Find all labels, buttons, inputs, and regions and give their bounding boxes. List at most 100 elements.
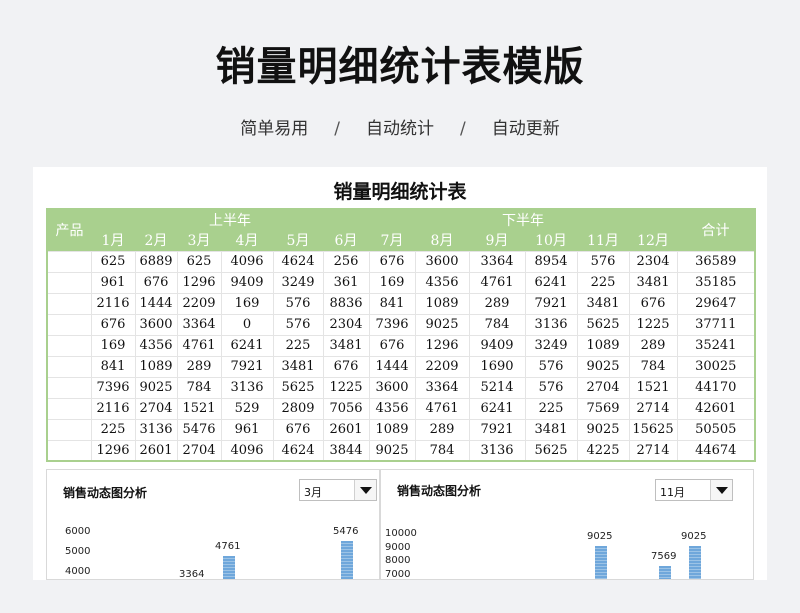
value-cell[interactable]: 841 bbox=[90, 355, 136, 378]
value-cell[interactable]: 4761 bbox=[176, 334, 222, 357]
value-cell[interactable]: 225 bbox=[576, 271, 630, 294]
total-cell[interactable]: 35241 bbox=[676, 334, 756, 357]
value-cell[interactable]: 8836 bbox=[322, 292, 370, 315]
value-cell[interactable]: 3364 bbox=[176, 313, 222, 336]
value-cell[interactable]: 3249 bbox=[272, 271, 324, 294]
value-cell[interactable]: 2704 bbox=[176, 439, 222, 462]
value-cell[interactable]: 3481 bbox=[272, 355, 324, 378]
product-cell[interactable] bbox=[46, 292, 92, 315]
value-cell[interactable]: 676 bbox=[272, 418, 324, 441]
value-cell[interactable]: 2116 bbox=[90, 397, 136, 420]
value-cell[interactable]: 6241 bbox=[220, 334, 274, 357]
chevron-down-icon[interactable] bbox=[710, 480, 732, 500]
value-cell[interactable]: 256 bbox=[322, 250, 370, 273]
value-cell[interactable]: 1444 bbox=[368, 355, 416, 378]
value-cell[interactable]: 3136 bbox=[220, 376, 274, 399]
value-cell[interactable]: 1225 bbox=[628, 313, 678, 336]
value-cell[interactable]: 4356 bbox=[414, 271, 470, 294]
value-cell[interactable]: 9025 bbox=[576, 418, 630, 441]
value-cell[interactable]: 15625 bbox=[628, 418, 678, 441]
value-cell[interactable]: 1296 bbox=[176, 271, 222, 294]
value-cell[interactable]: 1521 bbox=[628, 376, 678, 399]
value-cell[interactable]: 2601 bbox=[134, 439, 178, 462]
value-cell[interactable]: 1089 bbox=[414, 292, 470, 315]
value-cell[interactable]: 7921 bbox=[220, 355, 274, 378]
value-cell[interactable]: 1089 bbox=[576, 334, 630, 357]
value-cell[interactable]: 841 bbox=[368, 292, 416, 315]
value-cell[interactable]: 3136 bbox=[524, 313, 578, 336]
value-cell[interactable]: 3364 bbox=[468, 250, 526, 273]
value-cell[interactable]: 676 bbox=[628, 292, 678, 315]
value-cell[interactable]: 676 bbox=[368, 250, 416, 273]
value-cell[interactable]: 3844 bbox=[322, 439, 370, 462]
product-cell[interactable] bbox=[46, 334, 92, 357]
value-cell[interactable]: 9025 bbox=[576, 355, 630, 378]
value-cell[interactable]: 625 bbox=[90, 250, 136, 273]
value-cell[interactable]: 2304 bbox=[322, 313, 370, 336]
value-cell[interactable]: 961 bbox=[90, 271, 136, 294]
value-cell[interactable]: 289 bbox=[414, 418, 470, 441]
value-cell[interactable]: 9409 bbox=[220, 271, 274, 294]
value-cell[interactable]: 361 bbox=[322, 271, 370, 294]
total-cell[interactable]: 30025 bbox=[676, 355, 756, 378]
value-cell[interactable]: 7056 bbox=[322, 397, 370, 420]
product-cell[interactable] bbox=[46, 271, 92, 294]
value-cell[interactable]: 2209 bbox=[414, 355, 470, 378]
value-cell[interactable]: 7396 bbox=[368, 313, 416, 336]
value-cell[interactable]: 961 bbox=[220, 418, 274, 441]
value-cell[interactable]: 2704 bbox=[576, 376, 630, 399]
value-cell[interactable]: 5625 bbox=[576, 313, 630, 336]
value-cell[interactable]: 3364 bbox=[414, 376, 470, 399]
value-cell[interactable]: 1225 bbox=[322, 376, 370, 399]
value-cell[interactable]: 576 bbox=[576, 250, 630, 273]
value-cell[interactable]: 5214 bbox=[468, 376, 526, 399]
total-cell[interactable]: 44170 bbox=[676, 376, 756, 399]
value-cell[interactable]: 1296 bbox=[414, 334, 470, 357]
value-cell[interactable]: 676 bbox=[134, 271, 178, 294]
value-cell[interactable]: 0 bbox=[220, 313, 274, 336]
total-cell[interactable]: 44674 bbox=[676, 439, 756, 462]
month-select[interactable]: 3月 bbox=[299, 479, 377, 501]
value-cell[interactable]: 4356 bbox=[368, 397, 416, 420]
value-cell[interactable]: 3481 bbox=[322, 334, 370, 357]
value-cell[interactable]: 289 bbox=[468, 292, 526, 315]
value-cell[interactable]: 5625 bbox=[524, 439, 578, 462]
value-cell[interactable]: 5625 bbox=[272, 376, 324, 399]
value-cell[interactable]: 3136 bbox=[134, 418, 178, 441]
value-cell[interactable]: 3600 bbox=[134, 313, 178, 336]
value-cell[interactable]: 169 bbox=[220, 292, 274, 315]
product-cell[interactable] bbox=[46, 439, 92, 462]
value-cell[interactable]: 784 bbox=[176, 376, 222, 399]
value-cell[interactable]: 6241 bbox=[524, 271, 578, 294]
value-cell[interactable]: 2116 bbox=[90, 292, 136, 315]
value-cell[interactable]: 784 bbox=[628, 355, 678, 378]
total-cell[interactable]: 50505 bbox=[676, 418, 756, 441]
value-cell[interactable]: 576 bbox=[524, 376, 578, 399]
value-cell[interactable]: 576 bbox=[272, 313, 324, 336]
value-cell[interactable]: 289 bbox=[628, 334, 678, 357]
product-cell[interactable] bbox=[46, 313, 92, 336]
month-select[interactable]: 11月 bbox=[655, 479, 733, 501]
total-cell[interactable]: 42601 bbox=[676, 397, 756, 420]
value-cell[interactable]: 2809 bbox=[272, 397, 324, 420]
value-cell[interactable]: 289 bbox=[176, 355, 222, 378]
value-cell[interactable]: 676 bbox=[322, 355, 370, 378]
product-cell[interactable] bbox=[46, 250, 92, 273]
chevron-down-icon[interactable] bbox=[354, 480, 376, 500]
total-cell[interactable]: 36589 bbox=[676, 250, 756, 273]
value-cell[interactable]: 3249 bbox=[524, 334, 578, 357]
value-cell[interactable]: 225 bbox=[524, 397, 578, 420]
value-cell[interactable]: 1296 bbox=[90, 439, 136, 462]
value-cell[interactable]: 8954 bbox=[524, 250, 578, 273]
value-cell[interactable]: 6241 bbox=[468, 397, 526, 420]
value-cell[interactable]: 3481 bbox=[628, 271, 678, 294]
total-cell[interactable]: 35185 bbox=[676, 271, 756, 294]
total-cell[interactable]: 29647 bbox=[676, 292, 756, 315]
value-cell[interactable]: 9025 bbox=[134, 376, 178, 399]
product-cell[interactable] bbox=[46, 376, 92, 399]
value-cell[interactable]: 1521 bbox=[176, 397, 222, 420]
value-cell[interactable]: 3600 bbox=[368, 376, 416, 399]
value-cell[interactable]: 225 bbox=[272, 334, 324, 357]
value-cell[interactable]: 784 bbox=[468, 313, 526, 336]
value-cell[interactable]: 784 bbox=[414, 439, 470, 462]
